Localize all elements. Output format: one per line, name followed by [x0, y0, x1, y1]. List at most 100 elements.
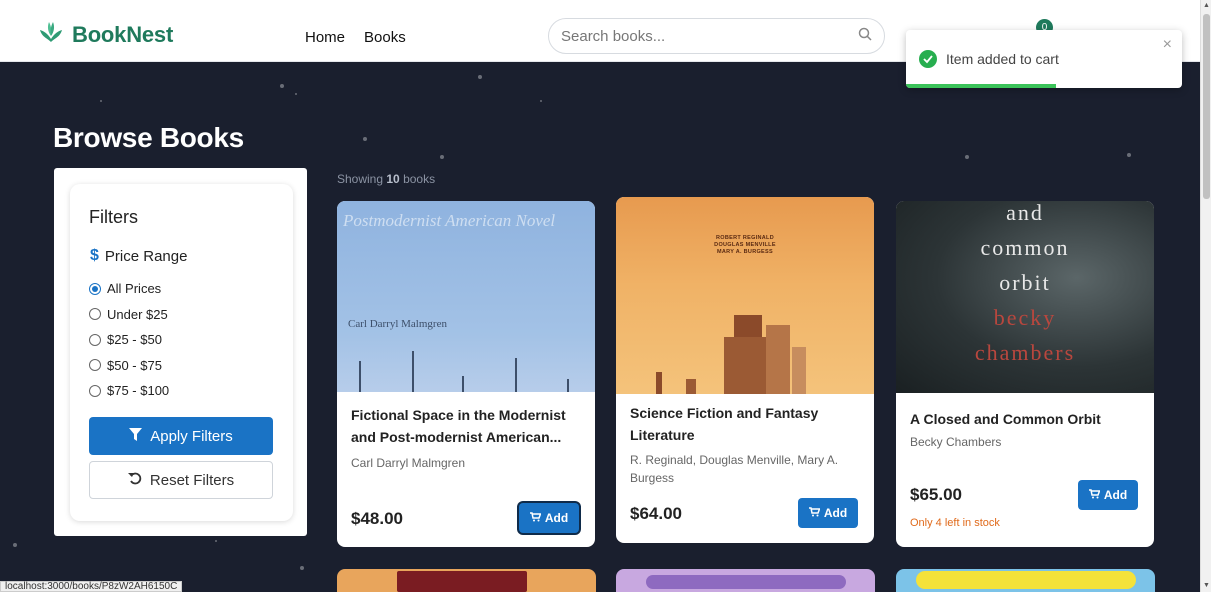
book-price: $65.00	[910, 485, 962, 504]
price-options: All Prices Under $25 $25 - $50 $50 - $75…	[89, 276, 169, 404]
toast-close-icon[interactable]: ×	[1163, 36, 1172, 54]
book-price: $48.00	[351, 509, 403, 528]
add-label: Add	[1103, 488, 1128, 502]
scroll-up-arrow-icon[interactable]: ▲	[1203, 2, 1210, 9]
background-dot	[965, 155, 969, 159]
cart-icon	[808, 506, 821, 520]
reset-filters-label: Reset Filters	[149, 471, 235, 489]
stock-warning: Only 4 left in stock	[910, 517, 1000, 529]
book-cover-image[interactable]: Postmodernist American Novel Carl Darryl…	[337, 201, 595, 392]
book-cover-image[interactable]	[337, 569, 596, 592]
book-author: R. Reginald, Douglas Menville, Mary A. B…	[630, 451, 838, 487]
book-title[interactable]: A Closed and Common Orbit	[910, 408, 1101, 430]
add-label: Add	[544, 511, 569, 525]
scrollbar-thumb[interactable]	[1203, 14, 1210, 199]
reset-filters-button[interactable]: Reset Filters	[89, 461, 273, 499]
add-label: Add	[823, 506, 848, 520]
book-card[interactable]: ROBERT REGINALD DOUGLAS MENVILLE MARY A.…	[616, 197, 874, 543]
price-option-75-100[interactable]: $75 - $100	[89, 378, 169, 404]
results-count-prefix: Showing	[337, 172, 384, 186]
radio-button[interactable]	[89, 359, 101, 372]
page-scrollbar[interactable]: ▲ ▼	[1200, 0, 1211, 592]
cover-author-text: Carl Darryl Malmgren	[348, 318, 447, 330]
main-nav: Home Books	[305, 29, 406, 46]
book-author: Carl Darryl Malmgren	[351, 456, 466, 470]
toast-progress-bar	[906, 84, 1056, 88]
price-option-50-75[interactable]: $50 - $75	[89, 353, 169, 379]
add-to-cart-button[interactable]: Add	[1078, 480, 1138, 510]
background-dot	[13, 543, 17, 547]
radio-button[interactable]	[89, 308, 101, 321]
book-author-line: R. Reginald, Douglas Menville, Mary A.	[630, 453, 839, 467]
toast-notification: Item added to cart ×	[906, 30, 1182, 88]
toast-message: Item added to cart	[946, 51, 1059, 67]
search-icon[interactable]	[858, 27, 872, 46]
undo-icon	[127, 471, 142, 489]
option-label: $25 - $50	[107, 332, 162, 348]
book-leaf-icon	[38, 20, 64, 49]
radio-button[interactable]	[89, 333, 101, 346]
results-count-suffix: books	[403, 172, 436, 186]
background-dot	[295, 93, 297, 95]
background-dot	[478, 75, 482, 79]
book-title[interactable]: Science Fiction and Fantasy Literature	[630, 402, 818, 446]
book-card[interactable]: and common orbit becky chambers A Closed…	[896, 201, 1154, 547]
option-label: All Prices	[107, 281, 162, 297]
price-option-25-50[interactable]: $25 - $50	[89, 327, 169, 353]
background-dot	[440, 155, 444, 159]
cart-icon	[1088, 488, 1101, 502]
book-title-line: and Post-modernist American...	[351, 429, 562, 445]
book-title-line: Science Fiction and Fantasy	[630, 405, 819, 421]
cover-text: ROBERT REGINALD DOUGLAS MENVILLE MARY A.…	[616, 235, 874, 256]
brand-name: BookNest	[72, 21, 174, 47]
cover-text-line: orbit	[999, 270, 1051, 295]
book-cover-image[interactable]: and common orbit becky chambers	[896, 201, 1154, 393]
cart-icon	[529, 511, 542, 525]
book-cover-image[interactable]: ROBERT REGINALD DOUGLAS MENVILLE MARY A.…	[616, 197, 874, 394]
price-option-under-25[interactable]: Under $25	[89, 302, 169, 328]
book-price: $64.00	[630, 504, 682, 523]
radio-button[interactable]	[89, 384, 101, 397]
background-dot	[540, 100, 542, 102]
price-option-all[interactable]: All Prices	[89, 276, 169, 302]
option-label: $50 - $75	[107, 357, 162, 373]
book-cover-image[interactable]	[616, 569, 875, 592]
book-card[interactable]: Postmodernist American Novel Carl Darryl…	[337, 201, 595, 547]
cover-title-text: Postmodernist American Novel	[343, 211, 556, 230]
results-count: Showing 10 books	[337, 172, 435, 186]
filters-title: Filters	[89, 207, 138, 227]
brand-logo[interactable]: BookNest	[38, 20, 173, 49]
cover-text: and common orbit becky chambers	[896, 201, 1154, 370]
option-label: $75 - $100	[107, 383, 170, 399]
cover-text-line: chambers	[974, 340, 1076, 365]
cover-text-line: DOUGLAS MENVILLE	[714, 242, 776, 248]
background-dot	[215, 540, 217, 542]
scroll-down-arrow-icon[interactable]: ▼	[1203, 582, 1210, 589]
book-cover-image[interactable]	[896, 569, 1155, 592]
book-title-line: Literature	[630, 427, 695, 443]
background-dot	[363, 137, 367, 141]
option-label: Under $25	[107, 306, 168, 322]
page-title: Browse Books	[53, 122, 244, 153]
radio-button[interactable]	[89, 282, 101, 295]
book-title[interactable]: Fictional Space in the Modernist and Pos…	[351, 404, 566, 448]
cover-text-line: ROBERT REGINALD	[716, 235, 774, 241]
background-dot	[100, 100, 102, 102]
search-bar	[548, 18, 885, 54]
add-to-cart-button[interactable]: Add	[519, 503, 579, 533]
background-dot	[300, 566, 304, 570]
check-circle-icon	[919, 50, 937, 68]
price-range-label: Price Range	[104, 247, 188, 265]
nav-books-link[interactable]: Books	[364, 29, 406, 46]
cover-text-line: becky	[993, 305, 1057, 330]
results-count-number: 10	[386, 172, 400, 186]
book-title-line: Fictional Space in the Modernist	[351, 407, 566, 423]
cover-text-line: and	[1006, 201, 1044, 225]
apply-filters-button[interactable]: Apply Filters	[89, 417, 273, 455]
dollar-icon: $	[90, 247, 99, 264]
nav-home-link[interactable]: Home	[305, 29, 345, 46]
filter-funnel-icon	[129, 427, 143, 445]
search-input[interactable]	[561, 27, 858, 45]
add-to-cart-button[interactable]: Add	[798, 498, 858, 528]
background-dot	[280, 84, 284, 88]
